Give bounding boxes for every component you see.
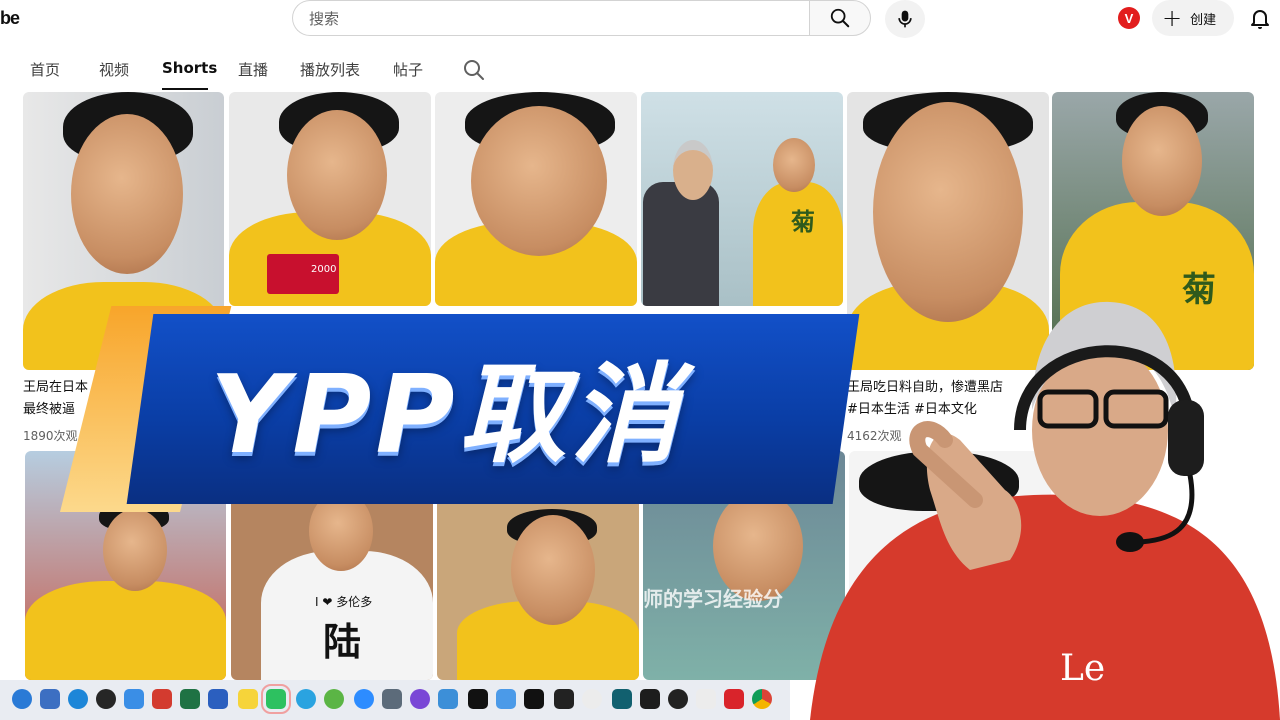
person-face (873, 102, 1023, 322)
person-face (471, 106, 607, 256)
search-icon (830, 8, 850, 28)
tiktok-icon[interactable] (524, 689, 544, 709)
man-in-suit (643, 182, 719, 306)
person-face (287, 110, 387, 240)
microphone-icon (898, 10, 912, 28)
chatgpt-icon[interactable] (582, 689, 602, 709)
person-face (1122, 106, 1202, 216)
banner-title: YPP取消 (210, 353, 683, 478)
app-icon[interactable] (410, 689, 430, 709)
kfc-card: 2000 (267, 254, 339, 294)
chrome-icon[interactable] (752, 689, 772, 709)
person-face (773, 138, 815, 192)
person-face (511, 515, 595, 625)
create-label: 创建 (1190, 12, 1217, 28)
short-thumbnail[interactable] (435, 92, 637, 306)
person-face (71, 114, 183, 274)
calculator-icon[interactable] (382, 689, 402, 709)
search-button[interactable] (809, 0, 871, 36)
app-icon[interactable] (496, 689, 516, 709)
app-icon[interactable] (124, 689, 144, 709)
chest-char: 菊 (791, 208, 815, 236)
tab-shorts[interactable]: Shorts (162, 59, 217, 77)
tab-live[interactable]: 直播 (238, 59, 268, 80)
app-icon[interactable] (696, 689, 716, 709)
app-icon[interactable] (238, 689, 258, 709)
tab-posts[interactable]: 帖子 (393, 59, 423, 80)
app-icon[interactable] (612, 689, 632, 709)
short-thumbnail[interactable]: 菊 (641, 92, 843, 306)
presenter-webcam-overlay: Le (770, 290, 1280, 720)
active-tab-indicator (162, 88, 208, 90)
plus-icon: + (1162, 4, 1183, 32)
notepad-icon[interactable] (438, 689, 458, 709)
wechat-icon[interactable] (261, 684, 291, 714)
person-face (103, 509, 167, 591)
app-icon[interactable] (324, 689, 344, 709)
app-icon[interactable] (724, 689, 744, 709)
app-icon[interactable] (668, 689, 688, 709)
obs-icon[interactable] (96, 689, 116, 709)
app-icon[interactable] (152, 689, 172, 709)
windows-taskbar (0, 680, 790, 720)
voice-search-button[interactable] (885, 0, 925, 38)
ypp-cancel-banner: YPP取消 (60, 306, 860, 512)
man-grey-hair (673, 140, 713, 200)
zoom-icon[interactable] (354, 689, 374, 709)
store-icon[interactable] (40, 689, 60, 709)
tiktok-icon[interactable] (468, 689, 488, 709)
word-icon[interactable] (208, 689, 228, 709)
svg-text:Le: Le (1060, 648, 1105, 689)
top-bar: be V + 创建 (0, 0, 1280, 42)
short-thumbnail[interactable]: 2000 (229, 92, 431, 306)
browser-extension-icon[interactable]: V (1118, 7, 1140, 29)
tab-playlists[interactable]: 播放列表 (300, 59, 360, 80)
search-box (292, 0, 810, 36)
tab-home[interactable]: 首页 (30, 59, 60, 80)
create-button[interactable]: + 创建 (1152, 0, 1234, 36)
channel-tabs: 首页 视频 Shorts 直播 播放列表 帖子 (0, 50, 1280, 92)
shirt-text: I ❤ 多伦多 (315, 595, 373, 609)
subtitle-text: 师的学习经验分 (643, 587, 783, 611)
excel-icon[interactable] (180, 689, 200, 709)
shirt-char: 陆 (323, 620, 362, 664)
edge-icon[interactable] (12, 689, 32, 709)
help-icon[interactable] (68, 689, 88, 709)
app-icon[interactable] (554, 689, 574, 709)
notifications-bell-icon[interactable] (1248, 6, 1272, 30)
app-icon[interactable] (640, 689, 660, 709)
telegram-icon[interactable] (296, 689, 316, 709)
youtube-logo[interactable]: be (0, 8, 20, 29)
channel-search-icon[interactable] (462, 58, 486, 82)
search-input[interactable] (307, 7, 791, 31)
tab-videos[interactable]: 视频 (99, 59, 129, 80)
presenter-figure: Le (810, 301, 1280, 720)
